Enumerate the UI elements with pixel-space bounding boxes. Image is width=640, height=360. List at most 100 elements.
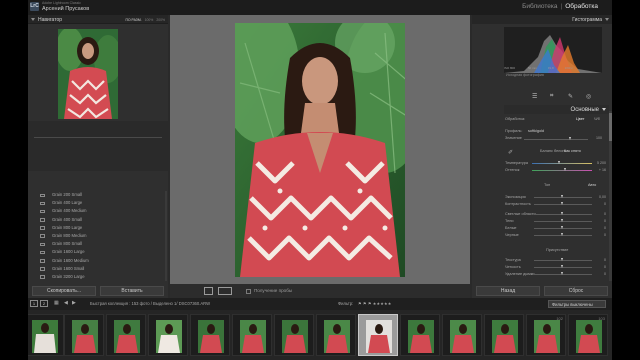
filmstrip-thumb[interactable] <box>316 314 356 356</box>
zoom-100[interactable]: 100% <box>145 18 154 22</box>
dehaze-slider[interactable] <box>534 274 592 275</box>
filmstrip-thumb[interactable] <box>28 314 64 356</box>
eyedropper-icon[interactable]: ✐ <box>508 149 513 156</box>
preset-amount-slider[interactable] <box>34 137 162 138</box>
page-2-button[interactable]: 2 <box>40 300 48 307</box>
preset-item[interactable]: Grain 400 Medium <box>36 207 168 215</box>
filmstrip-thumb[interactable] <box>274 314 314 356</box>
profile-value[interactable]: softkigold <box>528 129 544 133</box>
reset-button[interactable]: Сброс <box>544 286 608 296</box>
filmstrip-thumb[interactable] <box>442 314 482 356</box>
preset-item[interactable]: Grain 400 Small <box>36 216 168 224</box>
filmstrip-thumb[interactable] <box>400 314 440 356</box>
temp-value[interactable]: 5 200 <box>590 161 606 165</box>
sliders-icon[interactable]: ☰ <box>532 93 537 100</box>
preset-item[interactable]: Grain 200 Small <box>36 191 168 199</box>
tone-auto-button[interactable]: Авто <box>588 183 596 187</box>
filmstrip-thumb[interactable] <box>64 314 104 356</box>
presets-scrollbar[interactable] <box>165 191 167 281</box>
treatment-color[interactable]: Цвет <box>576 117 585 121</box>
clarity-value[interactable]: 0 <box>590 265 606 269</box>
mask-icon[interactable]: ◎ <box>586 93 591 100</box>
amount-slider-thumb[interactable] <box>569 137 571 140</box>
preset-item[interactable]: Grain 800 Medium <box>36 232 168 240</box>
main-photo[interactable] <box>235 23 405 277</box>
back-arrow-icon[interactable]: ◀ <box>64 300 68 306</box>
forward-arrow-icon[interactable]: ▶ <box>72 300 76 306</box>
texture-slider[interactable] <box>534 260 592 261</box>
right-panel-scrollbar[interactable] <box>609 111 612 281</box>
collapse-triangle-icon[interactable] <box>31 18 35 21</box>
filmstrip-thumb[interactable] <box>106 314 146 356</box>
highlights-slider-thumb[interactable] <box>561 212 563 215</box>
dehaze-value[interactable]: 0 <box>590 272 606 276</box>
previous-button[interactable]: Назад <box>476 286 540 296</box>
tint-value[interactable]: + 16 <box>590 168 606 172</box>
exposure-slider-thumb[interactable] <box>561 195 563 198</box>
module-develop[interactable]: Обработка <box>565 3 598 10</box>
contrast-value[interactable]: 0 <box>590 202 606 206</box>
tint-slider[interactable] <box>532 170 592 171</box>
tint-slider-thumb[interactable] <box>564 168 566 171</box>
original-photo-checkbox[interactable]: Исходная фотография <box>506 73 544 77</box>
treatment-bw[interactable]: Ч/б <box>594 117 600 121</box>
shadows-slider[interactable] <box>534 221 592 222</box>
module-library[interactable]: Библиотека <box>522 3 557 10</box>
temp-slider-thumb[interactable] <box>558 161 560 164</box>
filmstrip-source-path[interactable]: Быстрая коллекция : 153 фото / Выделено … <box>90 301 210 306</box>
dehaze-slider-thumb[interactable] <box>561 272 563 275</box>
grid-view-icon[interactable]: ▦ <box>54 300 59 306</box>
collapse-triangle-icon[interactable] <box>602 108 606 111</box>
preset-item[interactable]: Grain 1600 Small <box>36 265 168 273</box>
copy-settings-button[interactable]: Скопировать... <box>32 286 96 296</box>
texture-slider-thumb[interactable] <box>561 258 563 261</box>
clarity-slider[interactable] <box>534 267 592 268</box>
contrast-slider[interactable] <box>534 204 592 205</box>
flag-filter-icons[interactable]: ⚑ ⚑ ⚑ ★★★★★ <box>358 301 392 306</box>
zoom-fit[interactable]: ПО РАЗМ. <box>126 18 142 22</box>
contrast-slider-thumb[interactable] <box>561 202 563 205</box>
preset-item[interactable]: Grain 800 Large <box>36 224 168 232</box>
crop-icon[interactable]: ⌗ <box>550 93 553 100</box>
blacks-slider[interactable] <box>534 235 592 236</box>
loupe-view-icon[interactable] <box>204 287 213 295</box>
wb-value[interactable]: Как снято <box>564 149 581 153</box>
amount-value[interactable]: 100 <box>586 136 602 140</box>
filmstrip-thumb[interactable] <box>190 314 230 356</box>
temp-slider[interactable] <box>532 163 592 164</box>
preset-item[interactable]: Grain 400 Large <box>36 199 168 207</box>
blacks-value[interactable]: 0 <box>590 233 606 237</box>
filmstrip-thumb[interactable] <box>484 314 524 356</box>
page-1-button[interactable]: 1 <box>30 300 38 307</box>
whites-slider-thumb[interactable] <box>561 226 563 229</box>
exposure-slider[interactable] <box>534 197 592 198</box>
zoom-200[interactable]: 200% <box>156 18 165 22</box>
highlights-value[interactable]: 0 <box>590 212 606 216</box>
filter-off-dropdown[interactable]: Фильтры выключены <box>548 299 606 308</box>
filmstrip[interactable]: 102 103 <box>28 310 612 360</box>
basic-panel-header[interactable]: Основные <box>504 105 609 114</box>
filmstrip-thumb-selected[interactable] <box>358 314 398 356</box>
preset-item[interactable]: Grain 1600 Large <box>36 248 168 256</box>
filmstrip-thumb[interactable]: 102 <box>526 314 566 356</box>
navigator-preview[interactable] <box>58 29 118 119</box>
blacks-slider-thumb[interactable] <box>561 233 563 236</box>
filmstrip-thumb[interactable] <box>148 314 188 356</box>
histogram-header[interactable]: Гистограмма <box>472 15 612 24</box>
highlights-slider[interactable] <box>534 214 592 215</box>
texture-value[interactable]: 0 <box>590 258 606 262</box>
soft-proof-checkbox[interactable] <box>246 288 251 294</box>
image-viewer[interactable] <box>170 15 470 284</box>
preset-item[interactable]: Grain 3200 Large <box>36 273 168 281</box>
amount-slider[interactable] <box>524 139 588 140</box>
whites-slider[interactable] <box>534 228 592 229</box>
filmstrip-thumb[interactable]: 103 <box>568 314 608 356</box>
exposure-value[interactable]: 0,00 <box>590 195 606 199</box>
collapse-triangle-icon[interactable] <box>605 18 609 21</box>
paste-settings-button[interactable]: Вставить <box>100 286 164 296</box>
brush-icon[interactable]: ✎ <box>568 93 573 100</box>
preset-item[interactable]: Grain 1600 Medium <box>36 257 168 265</box>
whites-value[interactable]: 0 <box>590 226 606 230</box>
before-after-icon[interactable] <box>218 287 232 295</box>
clarity-slider-thumb[interactable] <box>561 265 563 268</box>
